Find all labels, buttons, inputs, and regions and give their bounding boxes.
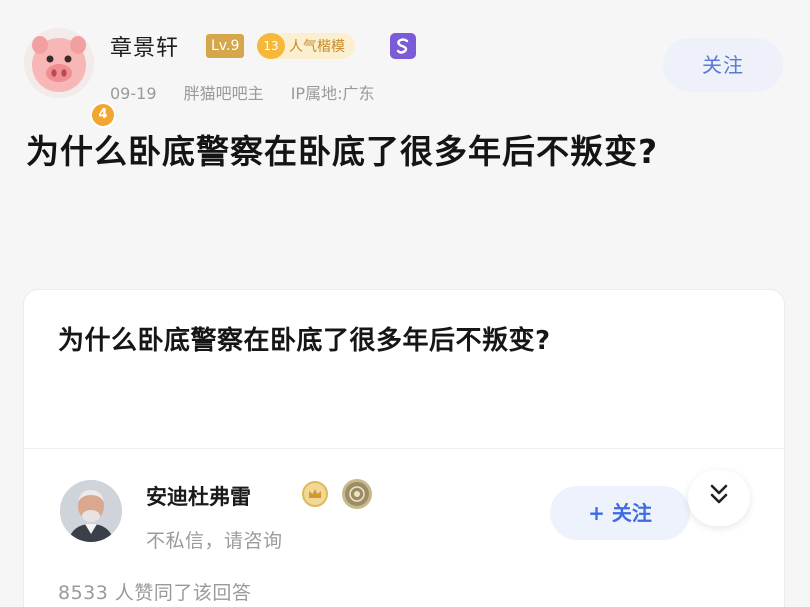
avatar-level-badge: 4 (90, 102, 116, 128)
card-question-title[interactable]: 为什么卧底警察在卧底了很多年后不叛变? (58, 320, 551, 357)
popularity-count: 13 (257, 33, 285, 59)
double-chevron-down-icon (710, 484, 728, 504)
post-meta: 09-19 胖猫吧吧主 IP属地:广东 (110, 80, 374, 104)
author-role: 胖猫吧吧主 (183, 84, 264, 103)
level-badge: Lv.9 (206, 34, 245, 58)
expand-button[interactable] (688, 470, 750, 526)
medal-icon (342, 479, 372, 509)
follow-answerer-button[interactable]: + 关注 (550, 486, 690, 540)
post-date: 09-19 (110, 84, 157, 103)
popularity-badge: 13 人气楷模 (257, 33, 355, 59)
ip-location: IP属地:广东 (290, 84, 375, 103)
popularity-label: 人气楷模 (289, 39, 345, 55)
follow-button[interactable]: 关注 (663, 38, 783, 92)
agree-count: 8533 人赞同了该回答 (58, 582, 252, 604)
post-page: 4 章景轩 Lv.9 13 人气楷模 09-19 胖猫吧吧主 IP属地:广东 关… (0, 0, 810, 607)
author-avatar[interactable]: 4 (24, 28, 116, 128)
author-name[interactable]: 章景轩 (110, 30, 179, 62)
answerer-avatar[interactable] (60, 480, 122, 542)
card-divider (24, 448, 784, 449)
answerer-name[interactable]: 安迪杜弗雷 (146, 481, 251, 511)
crown-icon (302, 481, 328, 507)
post-header: 4 章景轩 Lv.9 13 人气楷模 09-19 胖猫吧吧主 IP属地:广东 关… (0, 0, 810, 128)
answerer-note: 不私信，请咨询 (146, 530, 283, 552)
s-badge-icon (390, 33, 416, 59)
answerer-photo (60, 480, 122, 542)
answer-card[interactable]: 为什么卧底警察在卧底了很多年后不叛变? 安迪杜弗雷 不私信，请咨询 + 关注 8… (24, 290, 784, 607)
post-title: 为什么卧底警察在卧底了很多年后不叛变? (26, 132, 659, 171)
pig-face-icon (32, 36, 86, 92)
